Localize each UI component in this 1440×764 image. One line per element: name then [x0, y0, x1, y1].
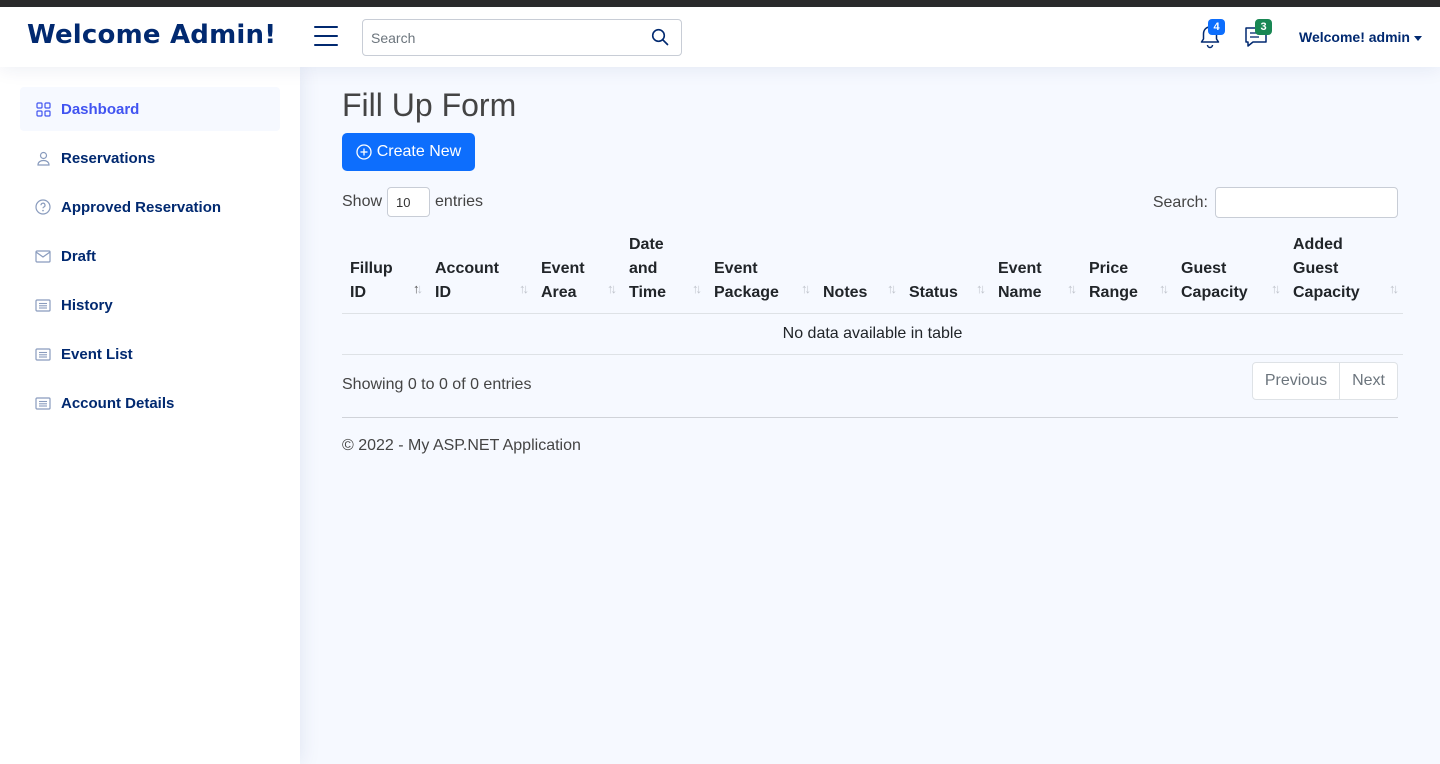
column-header[interactable]: Fillup ID ↑↓ [342, 227, 427, 314]
top-header: Welcome Admin! 4 3 Welcome! admin [0, 7, 1440, 67]
entries-label: entries [435, 193, 484, 210]
next-button[interactable]: Next [1340, 362, 1398, 400]
sort-icon: ↑↓ [413, 280, 423, 296]
sidebar-item-event-list[interactable]: Event List [20, 332, 280, 376]
envelope-icon [35, 248, 51, 264]
sort-icon: ↑↓ [1271, 280, 1281, 296]
footer-text: © 2022 - My ASP.NET Application [342, 437, 581, 454]
sidebar-item-draft[interactable]: Draft [20, 234, 280, 278]
sort-icon: ↑↓ [607, 280, 617, 296]
sidebar-item-approved-reservation[interactable]: Approved Reservation [20, 185, 280, 229]
column-header[interactable]: Status ↑↓ [901, 227, 990, 314]
sort-icon: ↑↓ [1159, 280, 1169, 296]
table-info: Showing 0 to 0 of 0 entries [342, 376, 532, 393]
sidebar-item-dashboard[interactable]: Dashboard [20, 87, 280, 131]
column-header[interactable]: Date and Time ↑↓ [621, 227, 706, 314]
brand-title: Welcome Admin! [27, 20, 277, 50]
sidebar-item-account-details[interactable]: Account Details [20, 381, 280, 425]
messages-button[interactable]: 3 [1243, 19, 1273, 52]
divider [342, 417, 1398, 418]
profile-dropdown[interactable]: Welcome! admin [1299, 29, 1422, 45]
sort-icon: ↑↓ [692, 280, 702, 296]
sort-icon: ↑↓ [1067, 280, 1077, 296]
sidebar-item-label: History [61, 296, 113, 314]
sidebar-item-reservations[interactable]: Reservations [20, 136, 280, 180]
sidebar: Dashboard Reservations Approved Reservat… [0, 67, 300, 764]
notifications-badge: 4 [1208, 19, 1225, 35]
sidebar-item-history[interactable]: History [20, 283, 280, 327]
hamburger-icon [314, 26, 338, 28]
column-header[interactable]: Event Area ↑↓ [533, 227, 621, 314]
sort-icon: ↑↓ [976, 280, 986, 296]
fillup-table: Fillup ID ↑↓ Account ID ↑↓ Event Area ↑↓ Da… [342, 227, 1403, 355]
header-search [362, 19, 682, 56]
pagination: Previous Next [1251, 362, 1398, 400]
person-icon [35, 150, 51, 166]
card-list-icon [35, 395, 51, 411]
plus-circle-icon [356, 144, 372, 160]
sidebar-item-label: Event List [61, 345, 133, 363]
sidebar-item-label: Dashboard [61, 100, 140, 118]
search-input[interactable] [363, 20, 643, 55]
notifications-button[interactable]: 4 [1196, 19, 1226, 52]
card-list-icon [35, 346, 51, 362]
sidebar-item-label: Account Details [61, 394, 175, 412]
sort-icon: ↑↓ [801, 280, 811, 296]
show-label: Show [342, 193, 383, 210]
column-header[interactable]: Added Guest Capacity ↑↓ [1285, 227, 1403, 314]
profile-label: Welcome! admin [1299, 29, 1410, 45]
search-icon[interactable] [651, 28, 671, 48]
entries-select[interactable]: 10 [387, 187, 431, 217]
chevron-down-icon [1414, 35, 1422, 41]
messages-badge: 3 [1255, 19, 1272, 35]
column-header[interactable]: Event Name ↑↓ [990, 227, 1081, 314]
column-header[interactable]: Notes ↑↓ [815, 227, 901, 314]
column-header[interactable]: Price Range ↑↓ [1081, 227, 1173, 314]
sidebar-item-label: Reservations [61, 149, 156, 167]
table-filter: Search: [1153, 187, 1398, 218]
sidebar-item-label: Draft [61, 247, 97, 265]
create-new-button[interactable]: Create New [342, 133, 475, 171]
sort-icon: ↑↓ [519, 280, 529, 296]
table-row: No data available in table [342, 313, 1403, 355]
main-content: Fill Up Form Create New Show 10 entries … [300, 67, 1440, 764]
sidebar-toggle-button[interactable] [314, 26, 338, 48]
table-search-input[interactable] [1215, 187, 1398, 218]
column-header[interactable]: Guest Capacity ↑↓ [1173, 227, 1285, 314]
page-title: Fill Up Form [342, 87, 517, 123]
top-strip [0, 0, 1440, 7]
column-header[interactable]: Account ID ↑↓ [427, 227, 533, 314]
sort-icon: ↑↓ [887, 280, 897, 296]
grid-icon [35, 101, 51, 117]
empty-table-message: No data available in table [342, 313, 1403, 355]
card-list-icon [35, 297, 51, 313]
question-circle-icon [35, 199, 51, 215]
sidebar-item-label: Approved Reservation [61, 198, 222, 216]
entries-length: Show 10 entries [342, 187, 483, 217]
previous-button[interactable]: Previous [1251, 362, 1341, 400]
sort-icon: ↑↓ [1389, 280, 1399, 296]
filter-label: Search: [1152, 193, 1208, 211]
create-new-label: Create New [376, 143, 462, 160]
column-header[interactable]: Event Package ↑↓ [706, 227, 815, 314]
table-header-row: Fillup ID ↑↓ Account ID ↑↓ Event Area ↑↓ Da… [342, 227, 1403, 314]
